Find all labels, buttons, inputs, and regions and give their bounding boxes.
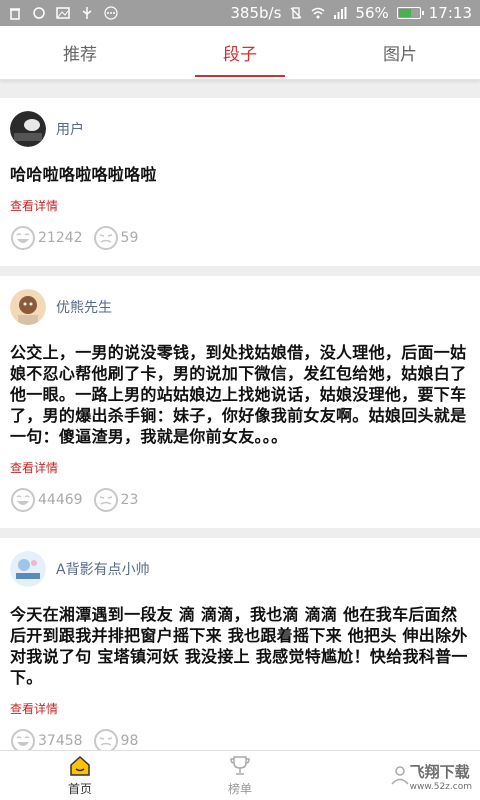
view-details-link[interactable]: 查看详情 — [10, 459, 58, 476]
battery-icon — [396, 7, 424, 19]
post-author[interactable]: A背影有点小帅 — [10, 550, 470, 588]
post-card: 优熊先生 公交上，一男的说没零钱，到处找姑娘借，没人理他，后面一姑娘不忍心帮他刷… — [0, 276, 480, 528]
home-icon — [70, 755, 90, 776]
sync-icon — [33, 7, 45, 19]
bottom-nav: 首页 榜单 飞翔下载 www.52z.com — [0, 750, 480, 800]
post-stats: 37458 98 — [10, 727, 470, 750]
tab-recommend[interactable]: 推荐 — [0, 26, 160, 79]
wifi-icon — [311, 7, 325, 19]
post-card: 用户 哈哈啦咯啦咯啦咯啦 查看详情 21242 59 — [0, 98, 480, 266]
post-feed[interactable]: 用户 哈哈啦咯啦咯啦咯啦 查看详情 21242 59 优熊先生 公交上，一男的说… — [0, 80, 480, 750]
meh-icon — [93, 488, 118, 512]
avatar[interactable] — [10, 111, 46, 147]
post-card: A背影有点小帅 今天在湘潭遇到一段友 滴 滴滴，我也滴 滴滴 他在我车后面然后开… — [0, 538, 480, 750]
dislike-button[interactable]: 98 — [93, 728, 139, 750]
like-count: 37458 — [38, 733, 83, 749]
like-count: 44469 — [38, 492, 83, 508]
meh-icon — [93, 226, 118, 250]
view-details-link[interactable]: 查看详情 — [10, 700, 58, 717]
laugh-icon — [11, 729, 35, 750]
dislike-count: 98 — [120, 733, 139, 749]
clock: 17:13 — [428, 4, 472, 22]
laugh-icon — [11, 488, 35, 512]
dislike-count: 59 — [120, 230, 139, 246]
like-count: 21242 — [38, 230, 83, 246]
vibrate-icon — [290, 7, 302, 19]
watermark-text: 飞翔下载 — [409, 763, 470, 781]
nav-home-label: 首页 — [67, 782, 92, 796]
nav-ranking[interactable]: 榜单 — [160, 751, 320, 800]
username[interactable]: 用户 — [56, 119, 84, 139]
network-speed: 385b/s — [230, 4, 282, 22]
more-icon — [104, 6, 118, 20]
dislike-count: 23 — [120, 492, 139, 508]
tab-jokes[interactable]: 段子 — [160, 26, 320, 79]
profile-icon — [391, 765, 409, 785]
username[interactable]: A背影有点小帅 — [56, 559, 150, 579]
trash-icon — [10, 8, 20, 20]
signal-icon — [334, 7, 347, 19]
image-icon — [56, 7, 70, 19]
dislike-button[interactable]: 23 — [93, 487, 139, 513]
tab-images[interactable]: 图片 — [320, 26, 480, 79]
post-content[interactable]: 哈哈啦咯啦咯啦咯啦 — [10, 164, 470, 185]
laugh-icon — [11, 226, 35, 250]
post-stats: 44469 23 — [10, 486, 470, 514]
username[interactable]: 优熊先生 — [56, 297, 112, 317]
like-button[interactable]: 37458 — [10, 728, 83, 750]
post-content[interactable]: 公交上，一男的说没零钱，到处找姑娘借，没人理他，后面一姑娘不忍心帮他刷了卡，男的… — [10, 342, 470, 447]
notification-icons — [8, 6, 118, 20]
like-button[interactable]: 21242 — [10, 225, 83, 251]
watermark-logo: 飞翔下载 www.52z.com — [410, 761, 472, 792]
watermark-sub: www.52z.com — [409, 782, 472, 792]
avatar[interactable] — [10, 551, 46, 587]
post-stats: 21242 59 — [10, 224, 470, 252]
dislike-button[interactable]: 59 — [93, 225, 139, 251]
post-author[interactable]: 用户 — [10, 110, 470, 148]
post-content[interactable]: 今天在湘潭遇到一段友 滴 滴滴，我也滴 滴滴 他在我车后面然后开到跟我并排把窗户… — [10, 604, 470, 688]
avatar[interactable] — [10, 289, 46, 325]
trophy-icon — [230, 756, 250, 775]
nav-ranking-label: 榜单 — [227, 782, 252, 796]
battery-level — [398, 9, 412, 17]
like-button[interactable]: 44469 — [10, 487, 83, 513]
view-details-link[interactable]: 查看详情 — [10, 197, 58, 214]
usb-icon — [82, 7, 92, 19]
meh-icon — [93, 729, 118, 750]
category-tabs: 推荐 段子 图片 — [0, 26, 480, 80]
nav-home[interactable]: 首页 — [0, 751, 160, 800]
status-bar: 385b/s 56% 17:13 — [0, 0, 480, 26]
battery-percent: 56% — [355, 4, 389, 22]
post-author[interactable]: 优熊先生 — [10, 288, 470, 326]
